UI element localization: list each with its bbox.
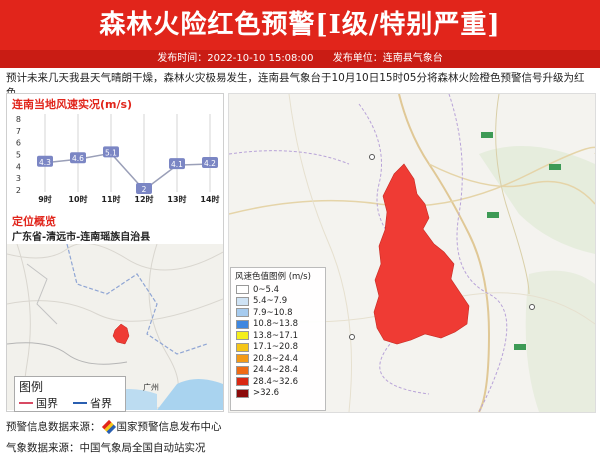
wind-legend-swatch [236,296,249,306]
y-tick-label: 3 [16,174,21,183]
town-dot [369,154,375,160]
legend-national-border-label: 国界 [36,397,58,410]
legend-province-border: 省界 [73,395,112,411]
data-label: 5.1 [105,148,117,157]
x-tick-label: 13时 [167,194,186,204]
publish-info-bar: 发布时间：2022-10-10 15:08:00 发布单位：连南县气象台 [0,50,600,68]
data-label: 2 [142,185,147,194]
wind-legend-label: 0~5.4 [253,284,280,295]
wind-legend-row: 17.1~20.8 [231,342,325,354]
y-tick-label: 8 [16,115,21,124]
x-tick-label: 12时 [134,194,153,204]
warning-source-line: 预警信息数据来源： 国家预警信息发布中心 [6,419,222,434]
legend-province-border-label: 省界 [90,397,112,410]
wind-legend-label: >32.6 [253,388,280,399]
wind-legend-label: 17.1~20.8 [253,342,298,353]
warning-source: 国家预警信息发布中心 [116,421,222,433]
wind-legend-label: 28.4~32.6 [253,376,298,387]
wind-speed-chart: 8 7 6 5 4 3 2 9时 10时 11时 12时 13时 14时 4.3 4.6 5.1 2 4.1 4.2 [16,114,220,204]
wind-legend-row: 5.4~7.9 [231,296,325,308]
wind-legend-title: 风速色值图例 (m/s) [235,272,311,282]
wind-legend-swatch [236,342,249,352]
location-panel-title: 定位概览 [12,215,56,228]
data-label: 4.6 [72,154,84,163]
wind-legend-label: 5.4~7.9 [253,296,288,307]
y-tick-label: 2 [16,186,21,195]
wind-legend-label: 20.8~24.4 [253,353,298,364]
wind-legend-row: 20.8~24.4 [231,353,325,365]
town-dot [529,304,535,310]
wind-legend-row: 0~5.4 [231,284,325,296]
map-legend-title: 图例 [19,380,44,394]
wind-legend-swatch [236,331,249,341]
publisher: 发布单位：连南县气象台 [332,53,443,64]
wind-speed-panel: 连南当地风速实况(m/s) 8 7 6 5 4 3 2 9时 10时 11时 12时 13时 14时 4.… [6,93,224,213]
wind-legend-row: 7.9~10.8 [231,307,325,319]
y-tick-label: 4 [16,162,21,171]
y-tick-label: 6 [16,139,21,148]
publish-time: 发布时间：2022-10-10 15:08:00 [157,53,314,64]
legend-national-border: 国界 [19,395,58,411]
y-tick-label: 7 [16,127,21,136]
page-title: 森林火险红色预警[Ⅰ级/特别严重] [99,10,501,40]
wind-legend-label: 10.8~13.8 [253,319,298,330]
data-label: 4.1 [171,160,183,169]
weather-source-line: 气象数据来源：中国气象局全国自动站实况 [6,442,206,454]
wind-legend-label: 24.4~28.4 [253,365,298,376]
location-name: 广东省-清远市-连南瑶族自治县 [12,232,151,243]
city-label-guangzhou: 广州 [143,382,159,392]
wind-color-legend: 风速色值图例 (m/s) 0~5.4 5.4~7.9 7.9~10.8 10.8~13… [230,267,326,411]
x-tick-label: 10时 [68,194,87,204]
wind-legend-row: 10.8~13.8 [231,319,325,331]
data-label: 4.3 [39,158,51,167]
wind-legend-row: 28.4~32.6 [231,376,325,388]
wind-legend-row: 24.4~28.4 [231,365,325,377]
x-tick-label: 11时 [101,194,120,204]
wind-legend-swatch [236,388,249,398]
wind-legend-row: >32.6 [231,388,325,400]
map-legend: 图例 国界 省界 [14,376,126,412]
wind-legend-swatch [236,354,249,364]
x-tick-label: 14时 [200,194,219,204]
province-border-swatch [73,402,87,404]
town-dot [349,334,355,340]
warning-source-label: 预警信息数据来源： [6,421,101,433]
wind-legend-swatch [236,285,249,295]
warning-center-logo-icon [101,419,116,434]
wind-legend-label: 13.8~17.1 [253,330,298,341]
wind-legend-row: 13.8~17.1 [231,330,325,342]
data-label: 4.2 [204,159,216,168]
wind-legend-label: 7.9~10.8 [253,307,293,318]
wind-legend-swatch [236,377,249,387]
y-tick-label: 5 [16,151,21,160]
national-border-swatch [19,402,33,404]
wind-series-line [44,152,211,192]
header-bar: 森林火险红色预警[Ⅰ级/特别严重] [0,0,600,50]
x-tick-label: 9时 [38,194,52,204]
wind-legend-swatch [236,319,249,329]
wind-legend-swatch [236,365,249,375]
wind-legend-swatch [236,308,249,318]
